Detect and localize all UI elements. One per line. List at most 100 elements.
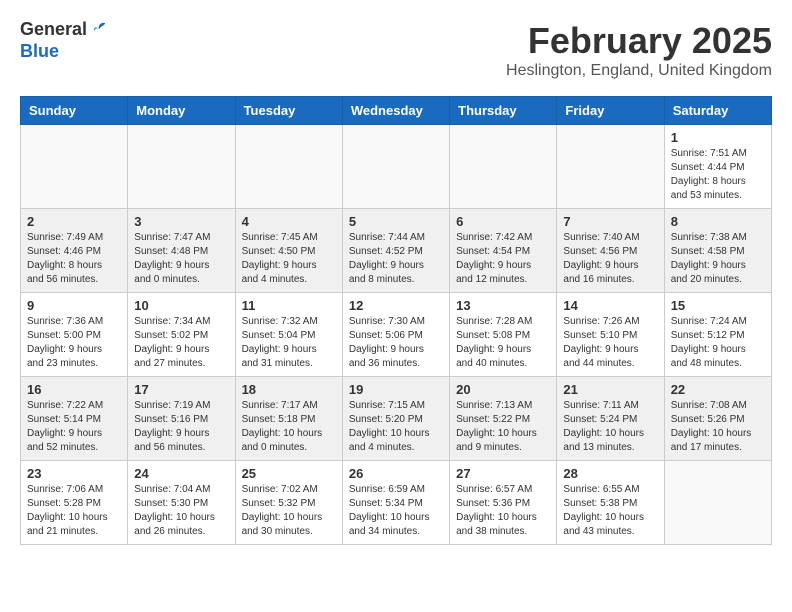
table-row: 12 Sunrise: 7:30 AMSunset: 5:06 PMDayligh…	[342, 293, 449, 377]
day-info: Sunrise: 7:44 AMSunset: 4:52 PMDaylight:…	[349, 231, 443, 287]
table-row: 28Sunrise: 6:55 AMSunset: 5:38 PMDayligh…	[557, 461, 664, 545]
day-number: 5	[349, 214, 443, 229]
day-info: Sunrise: 7:06 AMSunset: 5:28 PMDaylight:…	[27, 483, 121, 539]
table-row: 17 Sunrise: 7:19 AMSunset: 5:16 PMDayligh…	[128, 377, 235, 461]
calendar-week-4: 16 Sunrise: 7:22 AMSunset: 5:14 PMDayligh…	[21, 377, 772, 461]
day-info: Sunrise: 7:26 AMSunset: 5:10 PMDaylight:…	[563, 315, 657, 371]
day-info: Sunrise: 7:51 AMSunset: 4:44 PMDaylight:…	[671, 147, 765, 203]
table-row: 5 Sunrise: 7:44 AMSunset: 4:52 PMDaylight…	[342, 209, 449, 293]
day-info: Sunrise: 6:59 AMSunset: 5:34 PMDaylight:…	[349, 483, 443, 539]
page-header: General Blue February 2025 Heslington, E…	[20, 20, 772, 80]
table-row: 16 Sunrise: 7:22 AMSunset: 5:14 PMDayligh…	[21, 377, 128, 461]
table-row: 11Sunrise: 7:32 AMSunset: 5:04 PMDayligh…	[235, 293, 342, 377]
table-row: 1 Sunrise: 7:51 AMSunset: 4:44 PMDaylight…	[664, 125, 771, 209]
table-row: 2 Sunrise: 7:49 AMSunset: 4:46 PMDaylight…	[21, 209, 128, 293]
table-row: 14 Sunrise: 7:26 AMSunset: 5:10 PMDayligh…	[557, 293, 664, 377]
table-row: 10 Sunrise: 7:34 AMSunset: 5:02 PMDayligh…	[128, 293, 235, 377]
day-number: 10	[134, 298, 228, 313]
day-number: 28	[563, 466, 657, 481]
day-info: Sunrise: 7:38 AMSunset: 4:58 PMDaylight:…	[671, 231, 765, 287]
day-number: 23	[27, 466, 121, 481]
day-number: 17	[134, 382, 228, 397]
day-info: Sunrise: 7:36 AMSunset: 5:00 PMDaylight:…	[27, 315, 121, 371]
header-tuesday: Tuesday	[235, 97, 342, 125]
calendar-week-5: 23 Sunrise: 7:06 AMSunset: 5:28 PMDayligh…	[21, 461, 772, 545]
day-number: 15	[671, 298, 765, 313]
table-row: 13 Sunrise: 7:28 AMSunset: 5:08 PMDayligh…	[450, 293, 557, 377]
day-number: 26	[349, 466, 443, 481]
day-number: 18	[242, 382, 336, 397]
header-monday: Monday	[128, 97, 235, 125]
day-info: Sunrise: 7:42 AMSunset: 4:54 PMDaylight:…	[456, 231, 550, 287]
table-row	[342, 125, 449, 209]
day-info: Sunrise: 7:04 AMSunset: 5:30 PMDaylight:…	[134, 483, 228, 539]
table-row: 27Sunrise: 6:57 AMSunset: 5:36 PMDayligh…	[450, 461, 557, 545]
header-friday: Friday	[557, 97, 664, 125]
day-number: 2	[27, 214, 121, 229]
day-info: Sunrise: 7:15 AMSunset: 5:20 PMDaylight:…	[349, 399, 443, 455]
day-info: Sunrise: 7:24 AMSunset: 5:12 PMDaylight:…	[671, 315, 765, 371]
calendar-table: Sunday Monday Tuesday Wednesday Thursday…	[20, 96, 772, 545]
calendar-week-2: 2 Sunrise: 7:49 AMSunset: 4:46 PMDaylight…	[21, 209, 772, 293]
header-saturday: Saturday	[664, 97, 771, 125]
day-number: 1	[671, 130, 765, 145]
day-number: 16	[27, 382, 121, 397]
table-row: 8 Sunrise: 7:38 AMSunset: 4:58 PMDaylight…	[664, 209, 771, 293]
day-number: 9	[27, 298, 121, 313]
table-row: 6 Sunrise: 7:42 AMSunset: 4:54 PMDaylight…	[450, 209, 557, 293]
table-row: 26 Sunrise: 6:59 AMSunset: 5:34 PMDayligh…	[342, 461, 449, 545]
day-number: 6	[456, 214, 550, 229]
table-row: 25Sunrise: 7:02 AMSunset: 5:32 PMDayligh…	[235, 461, 342, 545]
title-block: February 2025 Heslington, England, Unite…	[506, 20, 772, 80]
table-row: 4Sunrise: 7:45 AMSunset: 4:50 PMDaylight…	[235, 209, 342, 293]
table-row: 19 Sunrise: 7:15 AMSunset: 5:20 PMDayligh…	[342, 377, 449, 461]
table-row: 18 Sunrise: 7:17 AMSunset: 5:18 PMDayligh…	[235, 377, 342, 461]
day-info: Sunrise: 7:30 AMSunset: 5:06 PMDaylight:…	[349, 315, 443, 371]
day-info: Sunrise: 7:11 AMSunset: 5:24 PMDaylight:…	[563, 399, 657, 455]
logo-general: General	[20, 20, 109, 42]
calendar-week-1: 1 Sunrise: 7:51 AMSunset: 4:44 PMDaylight…	[21, 125, 772, 209]
header-wednesday: Wednesday	[342, 97, 449, 125]
table-row: 23 Sunrise: 7:06 AMSunset: 5:28 PMDayligh…	[21, 461, 128, 545]
table-row: 20 Sunrise: 7:13 AMSunset: 5:22 PMDayligh…	[450, 377, 557, 461]
table-row	[557, 125, 664, 209]
table-row: 7 Sunrise: 7:40 AMSunset: 4:56 PMDaylight…	[557, 209, 664, 293]
table-row: 3Sunrise: 7:47 AMSunset: 4:48 PMDaylight…	[128, 209, 235, 293]
day-info: Sunrise: 7:28 AMSunset: 5:08 PMDaylight:…	[456, 315, 550, 371]
table-row: 15 Sunrise: 7:24 AMSunset: 5:12 PMDayligh…	[664, 293, 771, 377]
table-row	[128, 125, 235, 209]
day-number: 8	[671, 214, 765, 229]
table-row: 9 Sunrise: 7:36 AMSunset: 5:00 PMDaylight…	[21, 293, 128, 377]
day-number: 7	[563, 214, 657, 229]
day-number: 12	[349, 298, 443, 313]
day-number: 20	[456, 382, 550, 397]
day-info: Sunrise: 7:02 AMSunset: 5:32 PMDaylight:…	[242, 483, 336, 539]
day-info: Sunrise: 7:22 AMSunset: 5:14 PMDaylight:…	[27, 399, 121, 455]
day-info: Sunrise: 7:13 AMSunset: 5:22 PMDaylight:…	[456, 399, 550, 455]
day-info: Sunrise: 7:17 AMSunset: 5:18 PMDaylight:…	[242, 399, 336, 455]
day-info: Sunrise: 7:47 AMSunset: 4:48 PMDaylight:…	[134, 231, 228, 287]
day-number: 22	[671, 382, 765, 397]
day-info: Sunrise: 7:19 AMSunset: 5:16 PMDaylight:…	[134, 399, 228, 455]
logo-blue-text: Blue	[20, 42, 109, 62]
day-number: 11	[242, 298, 336, 313]
day-number: 24	[134, 466, 228, 481]
table-row: 21 Sunrise: 7:11 AMSunset: 5:24 PMDayligh…	[557, 377, 664, 461]
location-text: Heslington, England, United Kingdom	[506, 62, 772, 80]
calendar-week-3: 9 Sunrise: 7:36 AMSunset: 5:00 PMDaylight…	[21, 293, 772, 377]
table-row: 22Sunrise: 7:08 AMSunset: 5:26 PMDayligh…	[664, 377, 771, 461]
day-number: 4	[242, 214, 336, 229]
day-number: 14	[563, 298, 657, 313]
calendar-header-row: Sunday Monday Tuesday Wednesday Thursday…	[21, 97, 772, 125]
day-number: 21	[563, 382, 657, 397]
table-row: 24 Sunrise: 7:04 AMSunset: 5:30 PMDayligh…	[128, 461, 235, 545]
logo-bird-icon	[89, 20, 109, 42]
day-info: Sunrise: 6:57 AMSunset: 5:36 PMDaylight:…	[456, 483, 550, 539]
day-info: Sunrise: 7:34 AMSunset: 5:02 PMDaylight:…	[134, 315, 228, 371]
table-row	[450, 125, 557, 209]
day-number: 19	[349, 382, 443, 397]
month-title: February 2025	[506, 20, 772, 62]
day-info: Sunrise: 7:49 AMSunset: 4:46 PMDaylight:…	[27, 231, 121, 287]
day-number: 13	[456, 298, 550, 313]
day-info: Sunrise: 7:40 AMSunset: 4:56 PMDaylight:…	[563, 231, 657, 287]
